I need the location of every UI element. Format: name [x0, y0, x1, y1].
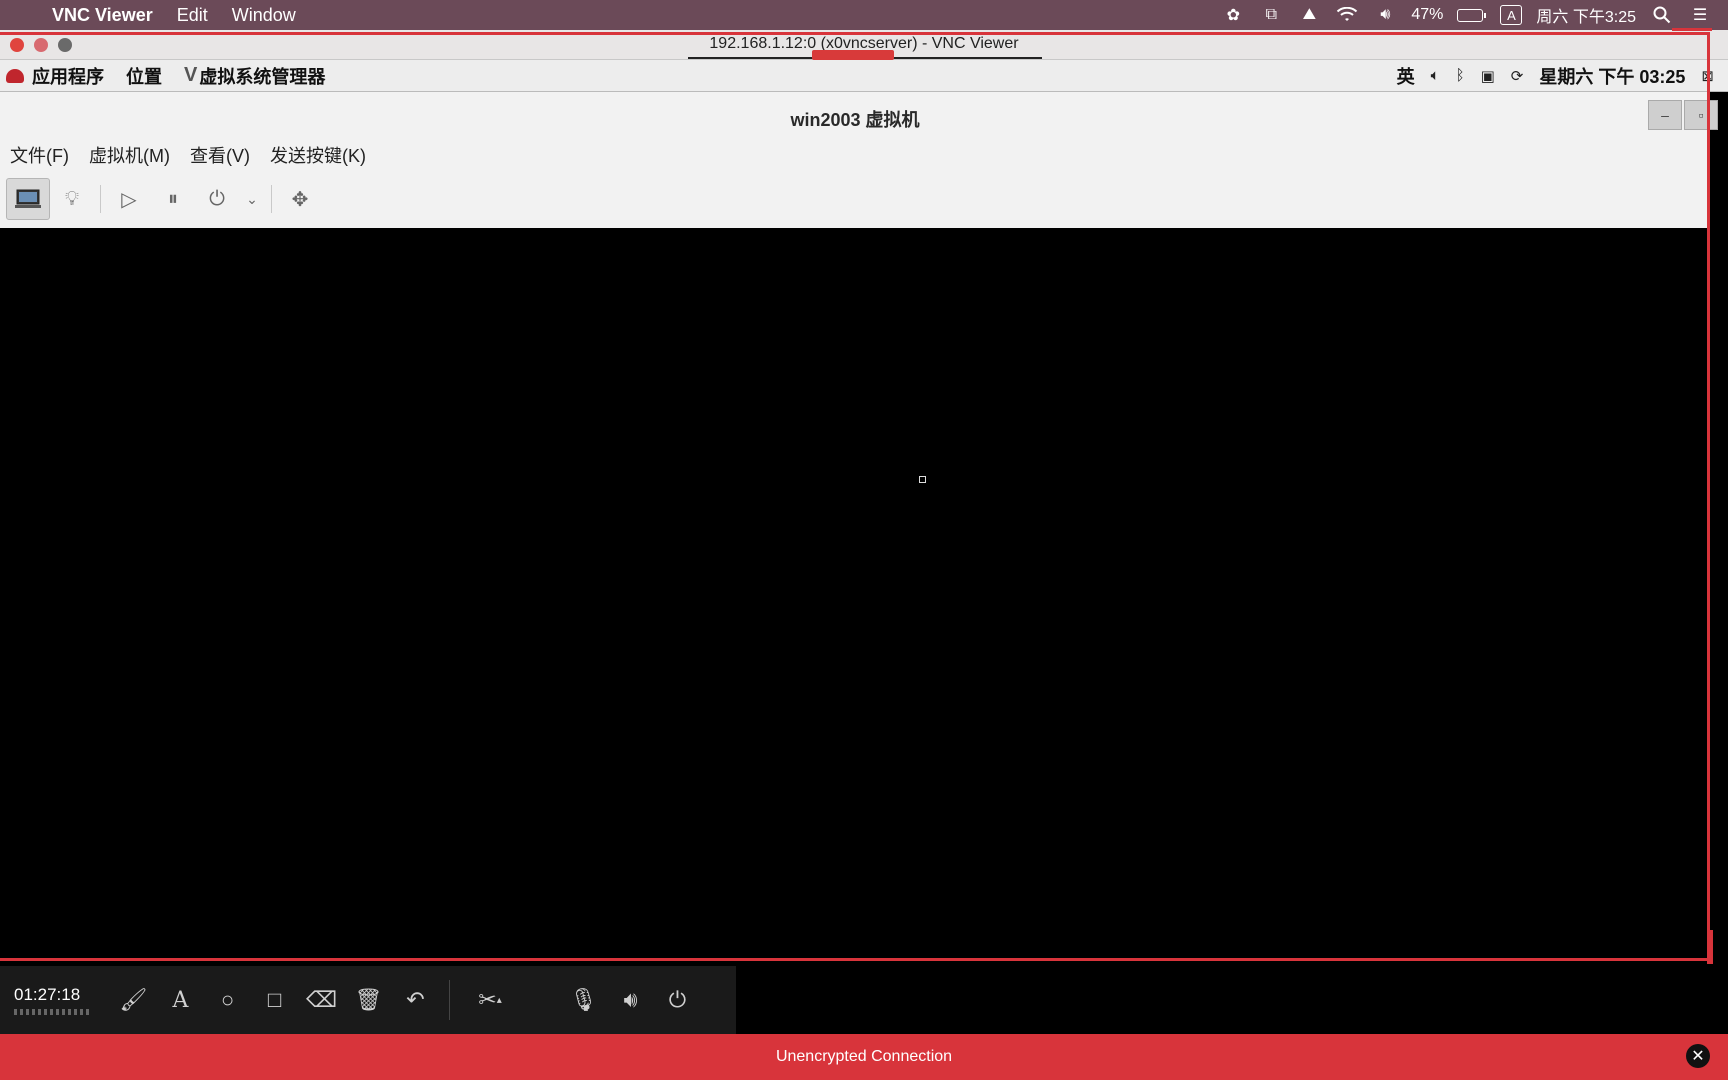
shutdown-dropdown-chevron-icon[interactable]: ⌄ — [239, 178, 265, 220]
update-icon[interactable]: ⟳ — [1511, 67, 1524, 85]
user-menu-icon[interactable]: ⊠ — [1701, 67, 1714, 85]
microphone-icon[interactable]: 🎙︎ — [560, 976, 607, 1024]
ime-indicator[interactable]: 英 — [1397, 63, 1415, 89]
spotlight-search-icon[interactable] — [1650, 4, 1674, 26]
app-menu-vnc-viewer[interactable]: VNC Viewer — [52, 5, 153, 26]
battery-percent: 47% — [1411, 6, 1444, 23]
run-button[interactable]: ▷ — [107, 178, 151, 220]
power-icon[interactable]: ⏻ — [654, 976, 701, 1024]
wifi-icon[interactable] — [1335, 4, 1359, 26]
banner-text: Unencrypted Connection — [775, 1048, 953, 1065]
recording-timer: 01:27:18 — [0, 985, 110, 1015]
connection-warning-banner: Unencrypted Connection ✕ — [0, 1034, 1728, 1080]
text-tool-icon[interactable]: A — [157, 976, 204, 1024]
remote-top-panel: 应用程序 位置 V 虚拟系统管理器 英 🔈︎ ᛒ ▣ ⟳ 星期六 下午 03:2… — [0, 60, 1728, 92]
scissors-icon[interactable]: ✂︎ ▴ — [460, 976, 520, 1024]
vnc-window-titlebar: 192.168.1.12:0 (x0vncserver) - VNC Viewe… — [0, 30, 1728, 60]
screen-recorder-toolbar: 01:27:18 🖌︎ A ○ □ ⌫ 🗑︎ ↶ ✂︎ ▴ 🎙︎ 🔊︎ ⏻ — [0, 966, 736, 1034]
vm-menu-machine[interactable]: 虚拟机(M) — [89, 142, 170, 168]
remote-vm-display[interactable] — [0, 228, 1710, 960]
vnc-toolbar-handle[interactable] — [812, 50, 894, 60]
panel-menu-places[interactable]: 位置 — [126, 63, 162, 89]
virt-manager-icon: V — [184, 64, 197, 86]
toolbar-separator — [100, 185, 101, 213]
vm-console-window: win2003 虚拟机 – ▫ 文件(F) 虚拟机(M) 查看(V) 发送按键(… — [0, 92, 1718, 228]
vm-maximize-button[interactable]: ▫ — [1684, 100, 1718, 130]
mac-menu-bar: VNC Viewer Edit Window ✿ ⧉ ⛰ 🔊︎ 47% A 周六… — [0, 0, 1728, 30]
toolbar-separator — [449, 980, 450, 1020]
vm-window-title: win2003 虚拟机 — [790, 110, 920, 130]
mouse-cursor-icon — [919, 476, 926, 483]
pause-button[interactable]: ⏸︎ — [151, 178, 195, 220]
vm-menu-file[interactable]: 文件(F) — [10, 142, 69, 168]
vm-menu-bar: 文件(F) 虚拟机(M) 查看(V) 发送按键(K) — [10, 142, 366, 168]
eraser-icon[interactable]: ⌫ — [298, 976, 345, 1024]
vm-minimize-button[interactable]: – — [1648, 100, 1682, 130]
volume-icon[interactable]: 🔊︎ — [1373, 4, 1397, 26]
circle-tool-icon[interactable]: ○ — [204, 976, 251, 1024]
menu-edit[interactable]: Edit — [177, 5, 208, 26]
trash-icon[interactable]: 🗑︎ — [345, 976, 392, 1024]
battery-icon[interactable] — [1457, 8, 1487, 22]
remote-clock[interactable]: 星期六 下午 03:25 — [1539, 63, 1685, 89]
speaker-icon[interactable]: 🔊︎ — [607, 976, 654, 1024]
menubar-clock[interactable]: 周六 下午3:25 — [1536, 3, 1636, 27]
undo-icon[interactable]: ↶ — [392, 976, 439, 1024]
panel-menu-applications[interactable]: 应用程序 — [32, 63, 104, 89]
vm-toolbar: 💡︎ ▷ ⏸︎ ⏻ ⌄ ✥ — [6, 178, 322, 220]
notification-center-icon[interactable]: ☰ — [1688, 4, 1712, 26]
vm-menu-view[interactable]: 查看(V) — [190, 142, 250, 168]
close-icon[interactable]: ✕ — [1686, 1044, 1710, 1068]
recording-frame-corner — [1672, 28, 1712, 31]
input-source-icon[interactable]: A — [1500, 5, 1523, 25]
vm-menu-send-key[interactable]: 发送按键(K) — [270, 142, 366, 168]
recording-elapsed-time: 01:27:18 — [14, 985, 81, 1004]
screen-mirror-icon[interactable]: ⧉ — [1259, 4, 1283, 26]
fullscreen-move-icon[interactable]: ✥ — [278, 178, 322, 220]
console-view-button[interactable] — [6, 178, 50, 220]
panel-item-virt-manager[interactable]: 虚拟系统管理器 — [199, 63, 325, 89]
bluetooth-icon[interactable]: ᛒ — [1456, 67, 1465, 84]
details-lightbulb-icon[interactable]: 💡︎ — [50, 178, 94, 220]
rectangle-tool-icon[interactable]: □ — [251, 976, 298, 1024]
recording-frame-handle[interactable] — [1707, 930, 1713, 964]
volume-icon[interactable]: 🔈︎ — [1431, 67, 1440, 84]
menu-window[interactable]: Window — [232, 5, 296, 26]
network-icon[interactable]: ▣ — [1481, 67, 1495, 85]
shutdown-button[interactable]: ⏻ — [195, 178, 239, 220]
audio-level-meter — [14, 1009, 90, 1015]
app-status-icon[interactable]: ✿ — [1221, 4, 1245, 26]
redhat-icon — [6, 68, 24, 83]
toolbar-separator — [271, 185, 272, 213]
vm-window-controls: – ▫ — [1648, 100, 1718, 130]
mountain-app-icon[interactable]: ⛰ — [1297, 4, 1321, 26]
brush-icon[interactable]: 🖌︎ — [110, 976, 157, 1024]
